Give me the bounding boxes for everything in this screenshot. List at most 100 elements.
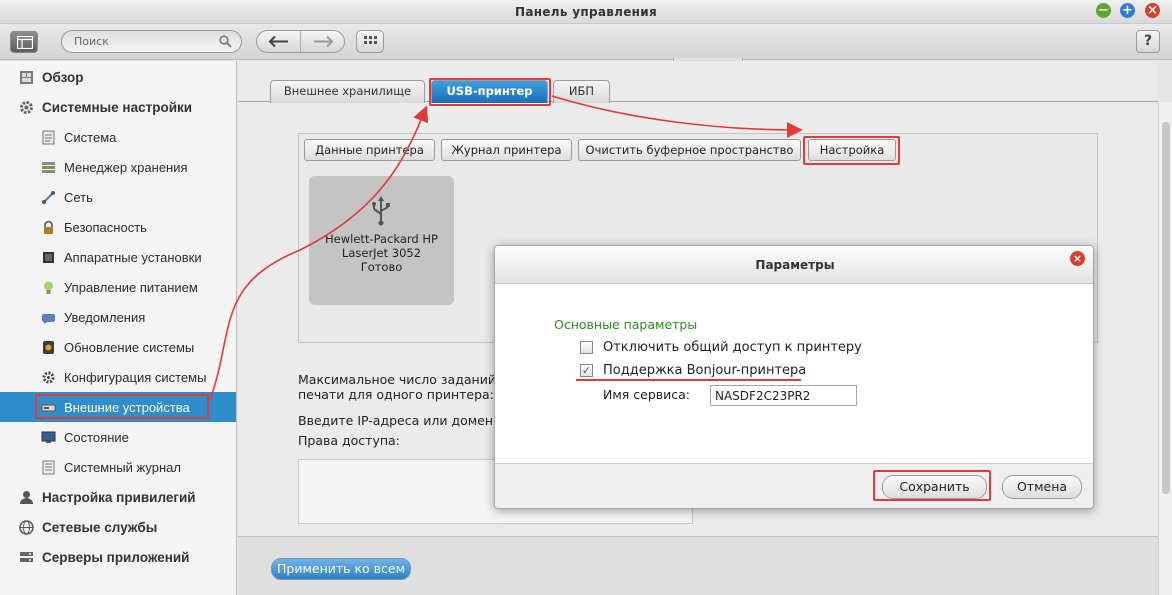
sidebar-item-label: Состояние <box>64 430 129 445</box>
lock-icon <box>44 220 53 234</box>
sidebar-item-app-servers[interactable]: Серверы приложений <box>0 542 236 572</box>
dialog-title: Параметры <box>755 258 835 272</box>
search-input[interactable] <box>74 34 214 49</box>
disable-sharing-checkbox[interactable] <box>580 341 593 354</box>
highlight-bonjour-underline <box>576 379 801 381</box>
overview-icon <box>20 71 33 84</box>
sidebar-item-label: Аппаратные установки <box>64 250 202 265</box>
highlight-settings-button <box>803 136 900 165</box>
printer-log-button[interactable]: Журнал принтера <box>441 139 572 161</box>
sidebar-item-network-services[interactable]: Сетевые службы <box>0 512 236 542</box>
grid-icon <box>364 36 377 44</box>
printer-card[interactable]: Hewlett-Packard HP LaserJet 3052 Готово <box>309 176 454 305</box>
toolbar: ? <box>0 24 1172 60</box>
bonjour-checkbox[interactable]: ✓ <box>580 364 593 377</box>
notification-icon <box>42 314 55 324</box>
sidebar-item-system-settings[interactable]: Системные настройки <box>0 92 236 122</box>
back-button[interactable] <box>257 31 301 52</box>
sidebar-item-label: Системные настройки <box>42 100 193 115</box>
dialog-close-icon[interactable]: × <box>1070 251 1085 266</box>
highlight-usb-printer-tab <box>429 78 551 106</box>
dialog-footer: Сохранить Отмена <box>495 463 1093 508</box>
sidebar-item-label: Обзор <box>42 70 84 85</box>
vertical-scrollbar[interactable] <box>1158 102 1172 595</box>
cancel-button[interactable]: Отмена <box>1002 475 1082 499</box>
apps-grid-button[interactable] <box>356 30 384 53</box>
gear-icon <box>20 101 33 114</box>
parameters-dialog: Параметры × Основные параметры Отключить… <box>494 245 1094 509</box>
printer-status: Готово <box>360 260 403 274</box>
apply-to-all-button[interactable]: Применить ко всем <box>271 558 411 580</box>
home-button[interactable] <box>10 31 38 53</box>
sidebar-item-label: Обновление системы <box>64 340 195 355</box>
search-box[interactable] <box>61 30 242 53</box>
sidebar-item-label: Серверы приложений <box>42 550 190 565</box>
maximize-icon[interactable]: + <box>1120 3 1135 18</box>
search-icon[interactable] <box>219 35 232 48</box>
dialog-section-title: Основные параметры <box>554 317 698 332</box>
sidebar-item-label: Безопасность <box>64 220 147 235</box>
sidebar-item-label: Настройка привилегий <box>42 490 196 505</box>
log-icon <box>42 460 55 475</box>
help-button[interactable]: ? <box>1136 30 1160 53</box>
globe-icon <box>19 520 34 535</box>
sidebar: Обзор Системные настройки Система Менедж… <box>0 61 237 595</box>
close-icon[interactable]: × <box>1145 3 1160 18</box>
ip-domain-label: Введите IP-адреса или домен <box>298 413 494 428</box>
dialog-header: Параметры × <box>495 246 1093 284</box>
service-name-input[interactable] <box>710 385 857 406</box>
system-icon <box>42 130 55 145</box>
window-title: Панель управления <box>515 5 657 19</box>
highlight-external-devices <box>35 394 209 419</box>
config-icon <box>42 371 55 384</box>
usb-icon <box>372 196 390 226</box>
user-icon <box>20 491 33 504</box>
sidebar-item-system[interactable]: Система <box>0 122 236 152</box>
sidebar-item-label: Система <box>64 130 117 145</box>
sidebar-item-overview[interactable]: Обзор <box>0 62 236 92</box>
title-bar: Панель управления − + × <box>0 0 1172 24</box>
hardware-icon <box>43 252 54 263</box>
sidebar-item-system-update[interactable]: Обновление системы <box>0 332 236 362</box>
server-icon <box>20 552 33 562</box>
minimize-icon[interactable]: − <box>1096 3 1111 18</box>
nav-buttons <box>256 30 345 53</box>
sidebar-item-system-log[interactable]: Системный журнал <box>0 452 236 482</box>
max-jobs-label-cont: печати для одного принтера: <box>298 387 494 402</box>
tab-ups[interactable]: ИБП <box>553 80 610 103</box>
sidebar-item-security[interactable]: Безопасность <box>0 212 236 242</box>
sidebar-item-network[interactable]: Сеть <box>0 182 236 212</box>
sidebar-item-label: Менеджер хранения <box>64 160 188 175</box>
sidebar-item-status[interactable]: Состояние <box>0 422 236 452</box>
sidebar-item-hardware[interactable]: Аппаратные установки <box>0 242 236 272</box>
highlight-save-button <box>873 470 991 501</box>
service-name-label: Имя сервиса: <box>603 387 691 402</box>
tab-bar: Внешнее хранилище USB-принтер ИБП <box>238 61 1158 103</box>
sidebar-item-privileges[interactable]: Настройка привилегий <box>0 482 236 512</box>
power-bulb-icon <box>44 281 53 294</box>
sidebar-item-label: Уведомления <box>64 310 146 325</box>
sidebar-item-storage[interactable]: Менеджер хранения <box>0 152 236 182</box>
max-jobs-label: Максимальное число заданий <box>298 372 496 387</box>
printer-info-button[interactable]: Данные принтера <box>304 139 435 161</box>
sidebar-item-label: Системный журнал <box>64 460 181 475</box>
forward-button[interactable] <box>301 31 344 52</box>
sidebar-item-label: Сеть <box>64 190 93 205</box>
sidebar-item-notifications[interactable]: Уведомления <box>0 302 236 332</box>
network-icon <box>42 191 55 204</box>
update-icon <box>43 341 54 354</box>
tab-external-storage[interactable]: Внешнее хранилище <box>270 80 425 103</box>
sidebar-item-system-config[interactable]: Конфигурация системы <box>0 362 236 392</box>
sidebar-item-label: Управление питанием <box>64 280 198 295</box>
footer-bar: Применить ко всем <box>238 536 1158 595</box>
arrow-left-icon <box>268 35 288 48</box>
scrollbar-thumb[interactable] <box>1162 122 1170 494</box>
clear-spool-button[interactable]: Очистить буферное пространство <box>578 139 801 161</box>
bonjour-label: Поддержка Bonjour-принтера <box>603 363 807 378</box>
printer-name: Hewlett-Packard HP LaserJet 3052 <box>325 232 438 260</box>
monitor-icon <box>41 431 56 443</box>
sidebar-item-label: Сетевые службы <box>42 520 158 535</box>
disable-sharing-label: Отключить общий доступ к принтеру <box>603 340 862 355</box>
panel-icon <box>17 36 33 49</box>
sidebar-item-power[interactable]: Управление питанием <box>0 272 236 302</box>
